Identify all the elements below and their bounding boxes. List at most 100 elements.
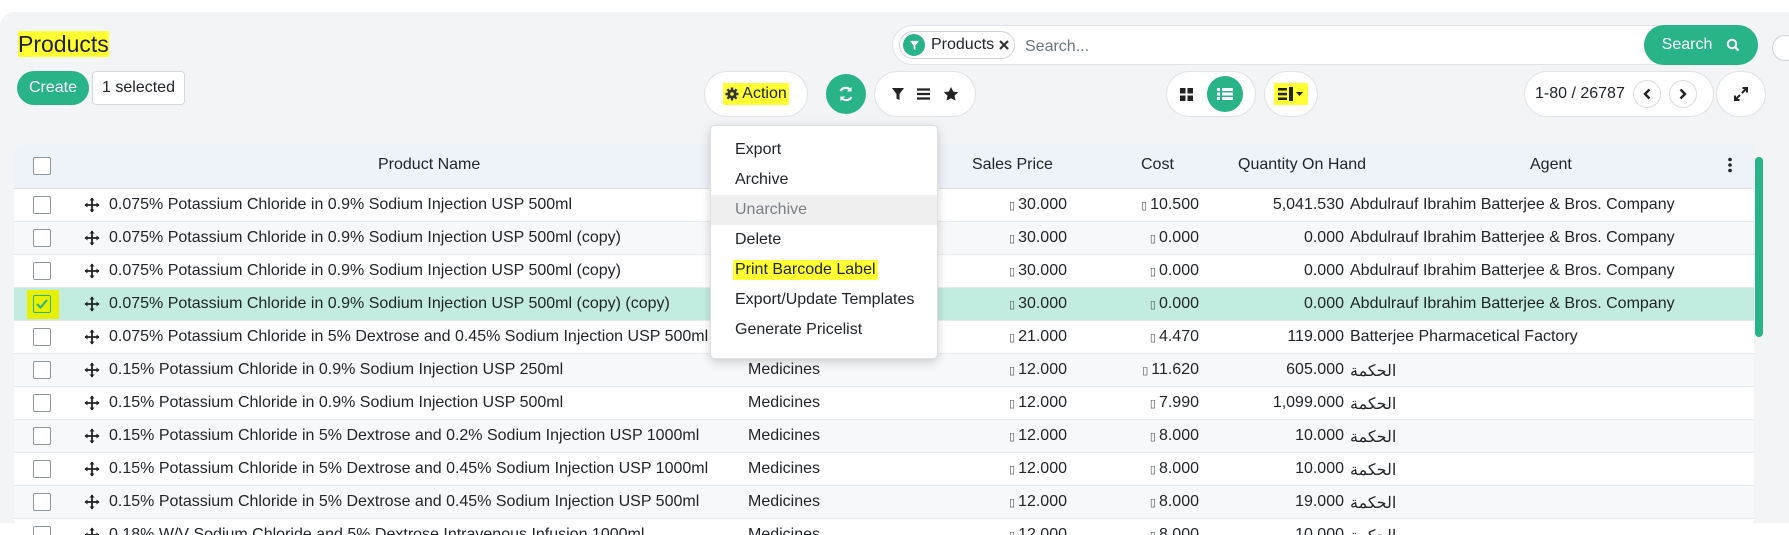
group-by-icon[interactable]: [916, 87, 931, 101]
table-row[interactable]: 0.15% Potassium Chloride in 0.9% Sodium …: [14, 387, 1754, 420]
table-row[interactable]: 0.18% W/V Sodium Chloride and 5% Dextros…: [14, 519, 1754, 535]
chevron-right-icon: [1679, 88, 1687, 100]
drag-handle-icon[interactable]: [84, 197, 100, 218]
pager-next-button[interactable]: [1668, 80, 1697, 108]
refresh-button[interactable]: [826, 74, 866, 114]
table-row[interactable]: 0.15% Potassium Chloride in 5% Dextrose …: [14, 420, 1754, 453]
menu-item-unarchive[interactable]: Unarchive: [711, 195, 937, 225]
column-toggle-button[interactable]: [1264, 71, 1318, 117]
product-category: Medicines: [748, 361, 821, 378]
search-facet[interactable]: Products: [899, 31, 1016, 59]
menu-item-export-update-templates[interactable]: Export/Update Templates: [711, 285, 937, 315]
agent: Abdulrauf Ibrahim Batterjee & Bros. Comp…: [1350, 229, 1675, 246]
agent: الحكمة: [1350, 526, 1396, 535]
drag-handle-icon[interactable]: [84, 362, 100, 383]
action-label: Action: [742, 85, 787, 102]
drag-handle-icon[interactable]: [84, 461, 100, 482]
menu-item-export[interactable]: Export: [711, 135, 937, 165]
product-name: 0.075% Potassium Chloride in 5% Dextrose…: [109, 328, 709, 345]
quantity-on-hand: 19.000: [1295, 493, 1344, 510]
drag-handle-icon[interactable]: [84, 494, 100, 515]
menu-item-archive[interactable]: Archive: [711, 165, 937, 195]
cost: ▯ 7.990: [1149, 394, 1199, 411]
search-input[interactable]: [1023, 34, 1627, 60]
expand-button[interactable]: [1716, 71, 1766, 117]
product-name: 0.075% Potassium Chloride in 0.9% Sodium…: [109, 262, 621, 279]
sales-price: ▯12.000: [1009, 394, 1067, 411]
kanban-view-icon[interactable]: [1179, 87, 1194, 102]
app-shell: Products Create 1 selected Products Sear…: [0, 12, 1789, 535]
row-checkbox[interactable]: [33, 229, 51, 247]
drag-handle-icon[interactable]: [84, 527, 100, 535]
sales-price: ▯12.000: [1009, 460, 1067, 477]
menu-item-delete[interactable]: Delete: [711, 225, 937, 255]
quantity-on-hand: 10.000: [1295, 526, 1344, 535]
table-row[interactable]: 0.15% Potassium Chloride in 5% Dextrose …: [14, 453, 1754, 486]
expand-icon: [1734, 87, 1748, 101]
page-title: Products: [18, 31, 109, 57]
row-checkbox[interactable]: [33, 526, 51, 535]
action-button[interactable]: Action: [704, 71, 808, 117]
sales-price: ▯12.000: [1009, 361, 1067, 378]
agent: Abdulrauf Ibrahim Batterjee & Bros. Comp…: [1350, 295, 1675, 312]
favorites-star-icon[interactable]: [943, 86, 959, 102]
chevron-left-icon: [1643, 88, 1651, 100]
search-button-label: Search: [1661, 36, 1713, 53]
row-checkbox[interactable]: [33, 328, 51, 346]
row-checkbox[interactable]: [33, 493, 51, 511]
column-header-cost[interactable]: Cost: [1141, 156, 1174, 174]
drag-handle-icon[interactable]: [84, 230, 100, 251]
row-checkbox[interactable]: [33, 460, 51, 478]
column-header-sales-price[interactable]: Sales Price: [972, 156, 1053, 174]
agent: الحكمة: [1350, 396, 1397, 413]
row-checkbox[interactable]: [33, 262, 51, 280]
quantity-on-hand: 0.000: [1303, 229, 1344, 246]
search-button[interactable]: Search: [1644, 25, 1758, 65]
list-view-button[interactable]: [1206, 76, 1243, 112]
row-checkbox[interactable]: [33, 295, 51, 313]
product-name: 0.15% Potassium Chloride in 5% Dextrose …: [109, 493, 700, 510]
product-name: 0.15% Potassium Chloride in 5% Dextrose …: [109, 460, 709, 477]
agent: الحكمة: [1350, 495, 1397, 512]
drag-handle-icon[interactable]: [84, 263, 100, 284]
drag-handle-icon[interactable]: [84, 296, 100, 317]
column-header-agent[interactable]: Agent: [1530, 156, 1572, 174]
settings-icon[interactable]: [1772, 35, 1789, 61]
product-category: Medicines: [748, 427, 821, 444]
row-checkbox[interactable]: [33, 427, 51, 445]
pager: 1-80 / 26787: [1524, 71, 1714, 117]
filter-icon: [903, 34, 925, 56]
drag-handle-icon[interactable]: [84, 428, 100, 449]
action-dropdown-menu: Export Archive Unarchive Delete Print Ba…: [710, 125, 938, 359]
menu-item-print-barcode-label[interactable]: Print Barcode Label: [711, 255, 937, 285]
filter-icon[interactable]: [891, 87, 905, 101]
gear-icon: [725, 87, 739, 101]
facet-label: Products: [931, 36, 995, 53]
agent: الحكمة: [1350, 462, 1397, 479]
sales-price: ▯12.000: [1009, 526, 1067, 535]
product-category: Medicines: [748, 526, 821, 535]
menu-item-generate-pricelist[interactable]: Generate Pricelist: [711, 315, 937, 345]
product-name: 0.075% Potassium Chloride in 0.9% Sodium…: [109, 295, 670, 312]
select-all-checkbox[interactable]: [33, 157, 51, 175]
quantity-on-hand: 0.000: [1303, 262, 1344, 279]
table-row[interactable]: 0.15% Potassium Chloride in 5% Dextrose …: [14, 486, 1754, 519]
row-checkbox[interactable]: [33, 361, 51, 379]
drag-handle-icon[interactable]: [84, 329, 100, 350]
column-header-product-name[interactable]: Product Name: [378, 156, 480, 174]
facet-remove-icon[interactable]: [998, 39, 1010, 51]
column-options-icon[interactable]: [1728, 157, 1732, 178]
column-header-quantity[interactable]: Quantity On Hand: [1238, 156, 1366, 174]
row-checkbox[interactable]: [33, 394, 51, 412]
filter-group: [874, 71, 976, 117]
drag-handle-icon[interactable]: [84, 395, 100, 416]
product-category: Medicines: [748, 460, 821, 477]
row-checkbox[interactable]: [33, 196, 51, 214]
pager-value[interactable]: 1-80 / 26787: [1535, 85, 1625, 103]
product-category: Medicines: [748, 394, 821, 411]
scrollbar[interactable]: [1755, 157, 1763, 337]
quantity-on-hand: 605.000: [1286, 361, 1344, 378]
pager-previous-button[interactable]: [1632, 80, 1661, 108]
create-button[interactable]: Create: [17, 71, 89, 105]
product-name: 0.15% Potassium Chloride in 0.9% Sodium …: [109, 394, 564, 411]
